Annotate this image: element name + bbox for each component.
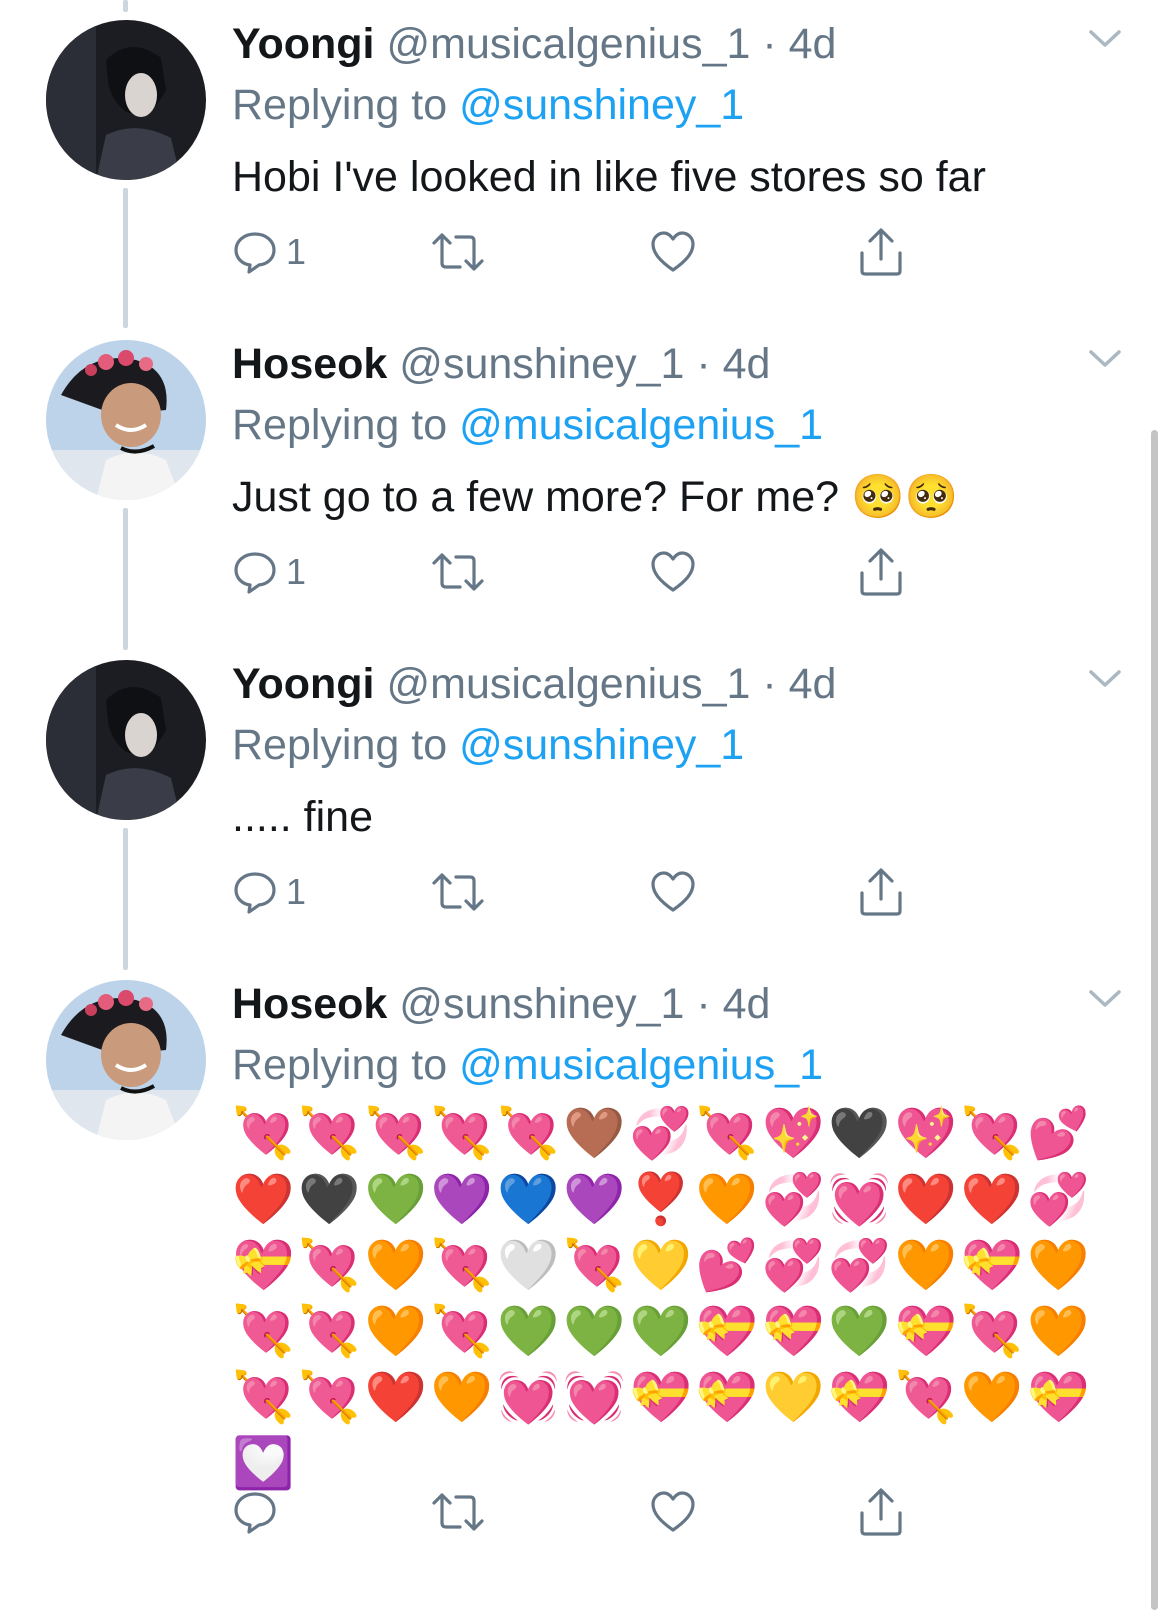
retweet-icon	[430, 1489, 486, 1535]
emoji-row: 💝💘🧡💘🤍💘💛💕💞💞🧡💝🧡	[232, 1237, 1094, 1293]
retweet-icon	[430, 869, 486, 915]
replying-to-user[interactable]: @sunshiney_1	[459, 81, 744, 129]
user-handle[interactable]: @sunshiney_1	[399, 340, 684, 388]
separator-dot: ·	[750, 660, 789, 708]
share-button[interactable]	[858, 862, 904, 922]
replying-to: Replying to @sunshiney_1	[232, 74, 1112, 136]
chevron-down-icon[interactable]	[1088, 988, 1122, 1015]
tweet-header: Hoseok @sunshiney_1 · 4d	[232, 974, 1112, 1034]
retweet-button[interactable]	[430, 542, 486, 602]
share-icon	[858, 1487, 904, 1537]
emoji-row: 💘💘❤️🧡💓💓💝💝💛💝💘🧡💝	[232, 1369, 1094, 1425]
like-button[interactable]	[650, 1482, 696, 1542]
tweet[interactable]: Yoongi @musicalgenius_1 · 4d Replying to…	[0, 0, 1170, 320]
user-handle[interactable]: @sunshiney_1	[399, 980, 684, 1028]
display-name[interactable]: Hoseok	[232, 340, 387, 388]
reply-icon	[232, 229, 278, 275]
tweet[interactable]: Yoongi @musicalgenius_1 · 4d Replying to…	[0, 640, 1170, 960]
replying-to-user[interactable]: @sunshiney_1	[459, 721, 744, 769]
retweet-icon	[430, 229, 486, 275]
tweet[interactable]: Hoseok @sunshiney_1 · 4d Replying to @mu…	[0, 960, 1170, 1617]
retweet-button[interactable]	[430, 222, 486, 282]
tweet-text: Just go to a few more? For me? 🥺🥺	[232, 473, 959, 521]
avatar[interactable]	[46, 340, 206, 500]
like-icon	[650, 229, 696, 275]
replying-prefix: Replying to	[232, 1041, 448, 1089]
emoji-grid: 💘💘💘💘💘🤎💞💘💖🖤💖💘💕 ❤️🖤💚💜💙💜❣️🧡💞💓❤️❤️💞 💝💘🧡💘🤍💘💛💕…	[232, 1100, 1112, 1496]
display-name[interactable]: Yoongi	[232, 20, 375, 68]
separator-dot: ·	[750, 20, 789, 68]
retweet-button[interactable]	[430, 862, 486, 922]
tweet-actions: 1	[232, 862, 952, 922]
reply-button[interactable]: 1	[232, 542, 306, 602]
reply-button[interactable]	[232, 1482, 286, 1542]
chevron-down-icon[interactable]	[1088, 348, 1122, 375]
like-icon	[650, 869, 696, 915]
avatar[interactable]	[46, 980, 206, 1140]
share-icon	[858, 227, 904, 277]
replying-prefix: Replying to	[232, 721, 448, 769]
tweet-actions: 1	[232, 222, 952, 282]
replying-to: Replying to @sunshiney_1	[232, 714, 1112, 776]
chevron-down-icon[interactable]	[1088, 28, 1122, 55]
replying-to-user[interactable]: @musicalgenius_1	[459, 401, 823, 449]
timestamp[interactable]: 4d	[789, 660, 837, 708]
retweet-icon	[430, 549, 486, 595]
replying-prefix: Replying to	[232, 81, 448, 129]
reply-icon	[232, 869, 278, 915]
tweet-actions	[232, 1482, 952, 1542]
tweet-content: Yoongi @musicalgenius_1 · 4d Replying to…	[232, 654, 1112, 850]
replying-to: Replying to @musicalgenius_1	[232, 394, 1112, 456]
chevron-down-icon[interactable]	[1088, 668, 1122, 695]
replying-prefix: Replying to	[232, 401, 448, 449]
share-icon	[858, 867, 904, 917]
like-button[interactable]	[650, 542, 696, 602]
user-handle[interactable]: @musicalgenius_1	[386, 660, 750, 708]
tweet-content: Yoongi @musicalgenius_1 · 4d Replying to…	[232, 14, 1112, 210]
share-button[interactable]	[858, 222, 904, 282]
avatar[interactable]	[46, 660, 206, 820]
tweet-header: Yoongi @musicalgenius_1 · 4d	[232, 654, 1112, 714]
reply-button[interactable]: 1	[232, 222, 306, 282]
reply-count: 1	[286, 551, 307, 592]
tweet[interactable]: Hoseok @sunshiney_1 · 4d Replying to @mu…	[0, 320, 1170, 640]
like-icon	[650, 1489, 696, 1535]
separator-dot: ·	[684, 980, 723, 1028]
tweet-text: Hobi I've looked in like five stores so …	[232, 153, 986, 201]
display-name[interactable]: Hoseok	[232, 980, 387, 1028]
replying-to: Replying to @musicalgenius_1	[232, 1034, 1112, 1096]
timestamp[interactable]: 4d	[723, 340, 771, 388]
reply-icon	[232, 1489, 278, 1535]
timestamp[interactable]: 4d	[789, 20, 837, 68]
replying-to-user[interactable]: @musicalgenius_1	[459, 1041, 823, 1089]
share-button[interactable]	[858, 1482, 904, 1542]
timestamp[interactable]: 4d	[723, 980, 771, 1028]
like-button[interactable]	[650, 222, 696, 282]
reply-button[interactable]: 1	[232, 862, 306, 922]
tweet-content: Hoseok @sunshiney_1 · 4d Replying to @mu…	[232, 334, 1112, 530]
retweet-button[interactable]	[430, 1482, 486, 1542]
separator-dot: ·	[684, 340, 723, 388]
emoji-row: ❤️🖤💚💜💙💜❣️🧡💞💓❤️❤️💞	[232, 1171, 1094, 1227]
reply-count: 1	[286, 231, 307, 272]
reply-icon	[232, 549, 278, 595]
share-icon	[858, 547, 904, 597]
tweet-header: Yoongi @musicalgenius_1 · 4d	[232, 14, 1112, 74]
share-button[interactable]	[858, 542, 904, 602]
tweet-actions: 1	[232, 542, 952, 602]
display-name[interactable]: Yoongi	[232, 660, 375, 708]
tweet-text: ..... fine	[232, 793, 374, 841]
like-icon	[650, 549, 696, 595]
avatar[interactable]	[46, 20, 206, 180]
tweet-header: Hoseok @sunshiney_1 · 4d	[232, 334, 1112, 394]
tweet-content: Hoseok @sunshiney_1 · 4d Replying to @mu…	[232, 974, 1112, 1496]
user-handle[interactable]: @musicalgenius_1	[386, 20, 750, 68]
emoji-row: 💘💘💘💘💘🤎💞💘💖🖤💖💘💕	[232, 1105, 1094, 1161]
reply-count: 1	[286, 871, 307, 912]
emoji-row: 💘💘🧡💘💚💚💚💝💝💚💝💘🧡	[232, 1303, 1094, 1359]
like-button[interactable]	[650, 862, 696, 922]
